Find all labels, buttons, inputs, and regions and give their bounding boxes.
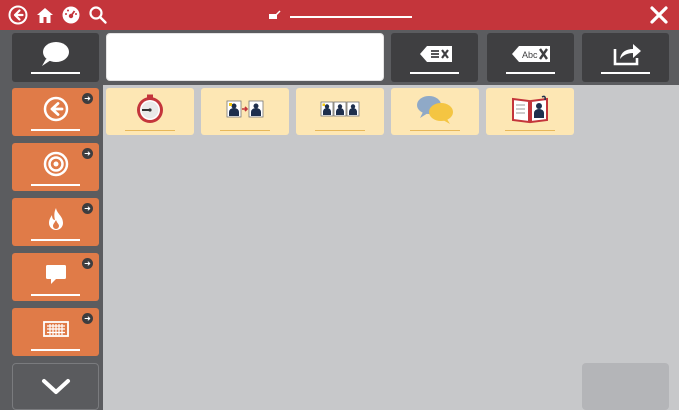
backspace-abc-icon: Abc (511, 45, 550, 62)
tile-underline (505, 130, 555, 131)
pencil-keyboard-icon (269, 10, 281, 19)
share-icon (613, 43, 641, 65)
search-icon[interactable] (88, 5, 108, 25)
chevron-down-icon (41, 378, 70, 394)
people-arrow-icon (226, 100, 264, 117)
sidebar-item-target[interactable]: ➜ (12, 143, 99, 191)
folder-arrow-icon: ➜ (82, 203, 93, 214)
top-bar (0, 0, 679, 30)
button-underline (410, 72, 459, 74)
back-arrow-icon (43, 96, 68, 122)
folder-arrow-icon: ➜ (82, 93, 93, 104)
stopwatch-icon (137, 94, 163, 123)
tile-book[interactable] (486, 88, 574, 135)
keyboard-icon (42, 321, 69, 337)
tile-conversation[interactable] (391, 88, 479, 135)
abc-label: Abc (522, 50, 538, 60)
sidebar-item-fire[interactable]: ➜ (12, 198, 99, 246)
button-underline (31, 129, 80, 131)
message-input[interactable] (106, 33, 384, 81)
target-icon (43, 151, 68, 177)
conversation-bubbles-icon (417, 95, 453, 124)
button-underline (31, 184, 80, 186)
clear-word-button[interactable] (391, 33, 478, 82)
folder-arrow-icon: ➜ (82, 148, 93, 159)
share-button[interactable] (582, 33, 669, 82)
people-group-icon (320, 101, 360, 116)
message-title-bar (263, 7, 413, 23)
title-underline (290, 16, 412, 18)
button-underline (31, 239, 80, 241)
button-underline (31, 294, 80, 296)
scroll-down-button[interactable] (12, 363, 99, 410)
home-icon[interactable] (35, 5, 55, 25)
close-icon[interactable] (649, 5, 669, 25)
open-book-icon (512, 95, 548, 123)
clear-text-button[interactable]: Abc (487, 33, 574, 82)
button-underline (31, 72, 80, 74)
tile-underline (315, 130, 365, 131)
button-underline (31, 349, 80, 351)
button-underline (601, 72, 650, 74)
disabled-button (582, 363, 669, 410)
back-circle-icon[interactable] (8, 5, 28, 25)
sidebar-item-keyboard[interactable]: ➜ (12, 308, 99, 356)
speech-bubble-icon (41, 41, 69, 66)
folder-arrow-icon: ➜ (82, 258, 93, 269)
dashboard-icon[interactable] (61, 5, 81, 25)
speak-button[interactable] (12, 33, 99, 82)
tile-underline (410, 130, 460, 131)
tile-people-arrow[interactable] (201, 88, 289, 135)
fire-icon (48, 208, 63, 230)
tile-underline (220, 130, 270, 131)
tile-stopwatch[interactable] (106, 88, 194, 135)
tile-people-group[interactable] (296, 88, 384, 135)
sidebar-item-chat[interactable]: ➜ (12, 253, 99, 301)
folder-arrow-icon: ➜ (82, 313, 93, 324)
chat-icon (45, 265, 66, 284)
button-underline (506, 72, 555, 74)
backspace-lines-icon (419, 45, 452, 62)
tile-underline (125, 130, 175, 131)
sidebar-item-back[interactable]: ➜ (12, 88, 99, 136)
